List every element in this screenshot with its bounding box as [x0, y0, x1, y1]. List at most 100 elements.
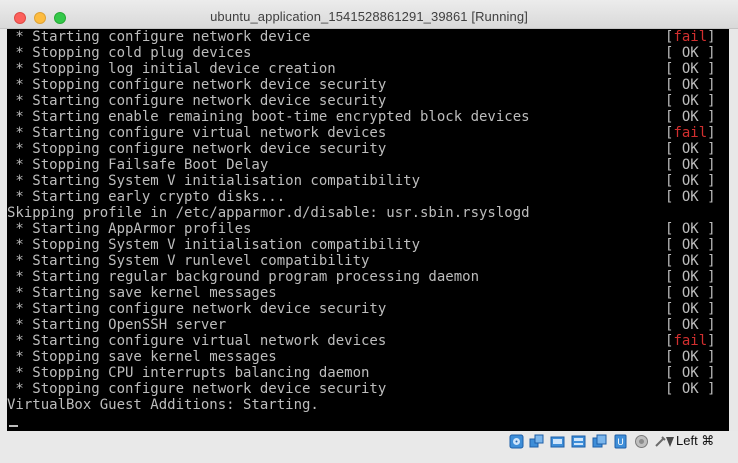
status-text: OK — [673, 365, 708, 381]
status-text: OK — [673, 189, 708, 205]
console-line: * Stopping cold plug devices [ OK ] — [7, 45, 729, 61]
console-line: * Stopping System V initialisation compa… — [7, 237, 729, 253]
status-ok-badge: [ OK ] — [665, 45, 716, 61]
status-close-bracket: ] — [707, 109, 716, 125]
status-text: OK — [673, 61, 708, 77]
status-ok-badge: [ OK ] — [665, 269, 716, 285]
console-message: * Starting OpenSSH server — [7, 317, 227, 333]
console-message: * Starting early crypto disks... — [7, 189, 286, 205]
console-line: * Stopping log initial device creation [ … — [7, 61, 729, 77]
status-text: OK — [673, 141, 708, 157]
status-close-bracket: ] — [707, 317, 716, 333]
status-ok-badge: [ OK ] — [665, 173, 716, 189]
status-ok-badge: [ OK ] — [665, 237, 716, 253]
console-line: * Starting configure virtual network dev… — [7, 125, 729, 141]
status-fail-badge: [fail] — [665, 29, 716, 45]
status-ok-badge: [ OK ] — [665, 77, 716, 93]
console-line: * Stopping configure network device secu… — [7, 77, 729, 93]
console-message: * Starting enable remaining boot-time en… — [7, 109, 530, 125]
status-ok-badge: [ OK ] — [665, 61, 716, 77]
status-close-bracket: ] — [707, 125, 716, 141]
console-message: * Starting save kernel messages — [7, 285, 277, 301]
console-message: * Stopping configure network device secu… — [7, 381, 387, 397]
status-text: OK — [673, 269, 708, 285]
status-close-bracket: ] — [707, 93, 716, 109]
console-message: * Stopping save kernel messages — [7, 349, 277, 365]
console-message: * Starting AppArmor profiles — [7, 221, 252, 237]
status-ok-badge: [ OK ] — [665, 141, 716, 157]
window-title: ubuntu_application_1541528861291_39861 [… — [210, 9, 528, 24]
optical-drive-icon[interactable] — [529, 434, 544, 449]
status-text: OK — [673, 237, 708, 253]
console-line: * Stopping Failsafe Boot Delay [ OK ] — [7, 157, 729, 173]
status-text: OK — [673, 301, 708, 317]
status-close-bracket: ] — [707, 285, 716, 301]
console-message: Skipping profile in /etc/apparmor.d/disa… — [7, 205, 530, 221]
status-close-bracket: ] — [707, 45, 716, 61]
status-text: fail — [673, 333, 708, 349]
console-line: * Starting AppArmor profiles [ OK ] — [7, 221, 729, 237]
status-text: OK — [673, 317, 708, 333]
console-message: * Stopping configure network device secu… — [7, 141, 387, 157]
console-message: * Stopping configure network device secu… — [7, 77, 387, 93]
hard-disk-icon[interactable] — [509, 434, 524, 449]
console-line: Skipping profile in /etc/apparmor.d/disa… — [7, 205, 729, 221]
console-line: * Starting early crypto disks... [ OK ] — [7, 189, 729, 205]
network-icon[interactable] — [665, 434, 675, 449]
status-text: OK — [673, 381, 708, 397]
status-text: OK — [673, 221, 708, 237]
status-close-bracket: ] — [707, 269, 716, 285]
status-ok-badge: [ OK ] — [665, 109, 716, 125]
status-text: OK — [673, 253, 708, 269]
status-text: OK — [673, 109, 708, 125]
status-text: fail — [673, 125, 708, 141]
console-line: * Stopping configure network device secu… — [7, 381, 729, 397]
console-message: * Starting configure network device secu… — [7, 93, 387, 109]
console-message: * Stopping Failsafe Boot Delay — [7, 157, 269, 173]
status-ok-badge: [ OK ] — [665, 221, 716, 237]
status-close-bracket: ] — [707, 221, 716, 237]
status-close-bracket: ] — [707, 77, 716, 93]
status-close-bracket: ] — [707, 381, 716, 397]
status-text: OK — [673, 93, 708, 109]
console-message: * Stopping CPU interrupts balancing daem… — [7, 365, 370, 381]
status-fail-badge: [fail] — [665, 333, 716, 349]
status-text: OK — [673, 157, 708, 173]
console-line: * Starting regular background program pr… — [7, 269, 729, 285]
status-close-bracket: ] — [707, 365, 716, 381]
status-ok-badge: [ OK ] — [665, 365, 716, 381]
console-message: * Starting System V runlevel compatibili… — [7, 253, 370, 269]
status-close-bracket: ] — [707, 189, 716, 205]
video-capture-icon[interactable] — [634, 434, 649, 449]
status-text: OK — [673, 77, 708, 93]
console-message: * Starting System V initialisation compa… — [7, 173, 421, 189]
status-ok-badge: [ OK ] — [665, 301, 716, 317]
status-close-bracket: ] — [707, 173, 716, 189]
floppy-drive-icon[interactable] — [550, 434, 565, 449]
status-close-bracket: ] — [707, 61, 716, 77]
console-line: * Starting OpenSSH server [ OK ] — [7, 317, 729, 333]
status-close-bracket: ] — [707, 141, 716, 157]
status-ok-badge: [ OK ] — [665, 317, 716, 333]
status-fail-badge: [fail] — [665, 125, 716, 141]
display-icon[interactable]: U — [613, 434, 628, 449]
console-line: * Starting configure network device secu… — [7, 301, 729, 317]
status-text: OK — [673, 173, 708, 189]
console-line: * Starting save kernel messages [ OK ] — [7, 285, 729, 301]
usb-icon[interactable] — [571, 434, 586, 449]
console-message: * Starting regular background program pr… — [7, 269, 480, 285]
status-ok-badge: [ OK ] — [665, 381, 716, 397]
console-line: * Starting configure virtual network dev… — [7, 333, 729, 349]
text-cursor — [9, 425, 18, 427]
shared-folders-icon[interactable] — [592, 434, 607, 449]
console-message: * Starting configure network device secu… — [7, 301, 387, 317]
vm-console-screen[interactable]: * Starting configure network device [fail… — [7, 29, 729, 431]
console-line: * Starting System V initialisation compa… — [7, 173, 729, 189]
status-ok-badge: [ OK ] — [665, 285, 716, 301]
title-bar[interactable]: ubuntu_application_1541528861291_39861 [… — [0, 0, 738, 29]
console-line: * Starting configure network device secu… — [7, 93, 729, 109]
host-key-indicator[interactable]: Left ⌘ — [676, 433, 714, 449]
status-close-bracket: ] — [707, 333, 716, 349]
console-line: * Starting configure network device [fail… — [7, 29, 729, 45]
status-ok-badge: [ OK ] — [665, 189, 716, 205]
